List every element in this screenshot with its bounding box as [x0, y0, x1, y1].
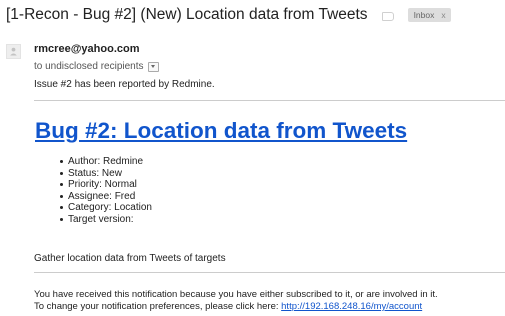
remove-label-icon[interactable]: x [441, 10, 445, 20]
footer-line-2: To change your notification preferences,… [34, 301, 438, 313]
subject-row: [1-Recon - Bug #2] (New) Location data f… [6, 6, 451, 24]
detail-status: Status: New [60, 168, 152, 180]
inbox-label-text: Inbox [413, 10, 435, 20]
detail-category: Category: Location [60, 202, 152, 214]
divider [34, 100, 505, 101]
footer-line-1: You have received this notification beca… [34, 289, 438, 300]
person-silhouette-icon [10, 47, 17, 56]
detail-target-version: Target version: [60, 214, 152, 226]
divider [34, 272, 505, 273]
issue-description: Gather location data from Tweets of targ… [34, 253, 226, 264]
label-tag-icon[interactable] [381, 11, 394, 21]
detail-assignee: Assignee: Fred [60, 191, 152, 203]
chevron-down-icon[interactable] [147, 61, 159, 72]
email-subject: [1-Recon - Bug #2] (New) Location data f… [6, 6, 368, 23]
recipients-line: to undisclosed recipients [34, 61, 159, 72]
inbox-label-chip[interactable]: Inbox x [407, 8, 451, 22]
footer-line-2-text: To change your notification preferences,… [34, 301, 282, 312]
sender-avatar[interactable] [6, 44, 21, 59]
account-link[interactable]: http://192.168.248.16/my/account [281, 301, 422, 312]
recipients-text: to undisclosed recipients [34, 61, 144, 72]
notification-footer: You have received this notification beca… [34, 289, 438, 313]
detail-author: Author: Redmine [60, 156, 152, 168]
sender-address[interactable]: rmcree@yahoo.com [34, 43, 140, 55]
issue-details-list: Author: Redmine Status: New Priority: No… [60, 156, 152, 226]
issue-title-link[interactable]: Bug #2: Location data from Tweets [35, 118, 407, 144]
detail-priority: Priority: Normal [60, 179, 152, 191]
intro-text: Issue #2 has been reported by Redmine. [34, 79, 215, 90]
